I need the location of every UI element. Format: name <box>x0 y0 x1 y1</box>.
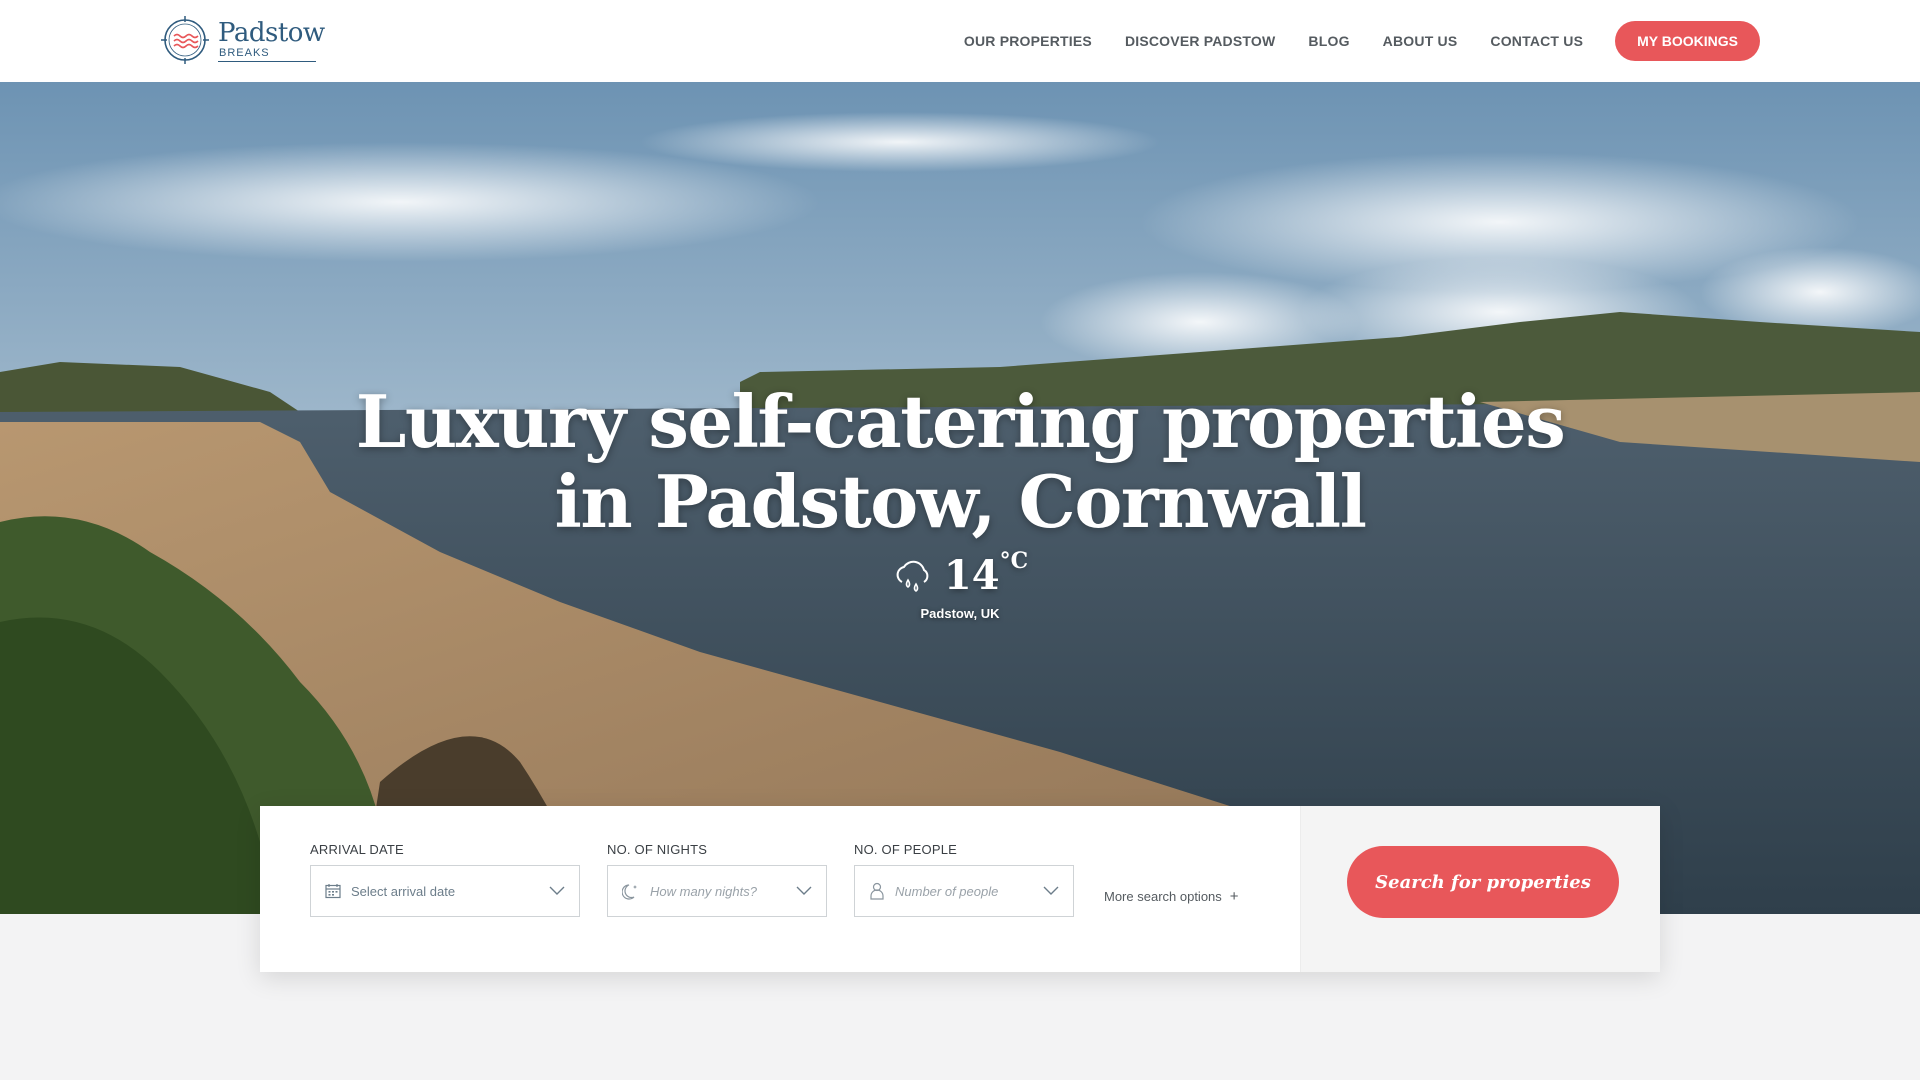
nights-select[interactable]: How many nights? <box>607 865 827 917</box>
search-submit-area: Search for properties <box>1300 806 1660 972</box>
chevron-down-icon <box>796 886 812 895</box>
arrival-date-placeholder: Select arrival date <box>351 883 456 899</box>
weather-widget: 14°C <box>0 548 1920 599</box>
nav-contact-us[interactable]: CONTACT US <box>1490 33 1583 49</box>
compass-logo-icon <box>161 16 209 64</box>
moon-icon <box>622 884 637 900</box>
nights-field: NO. OF NIGHTS How many nights? <box>607 842 827 917</box>
plus-icon: + <box>1229 888 1239 905</box>
rain-cloud-icon <box>896 560 929 592</box>
hero-title-line-2: in Padstow, Cornwall <box>554 459 1367 544</box>
nav-our-properties[interactable]: OUR PROPERTIES <box>964 33 1092 49</box>
people-placeholder: Number of people <box>895 883 999 899</box>
nav-about-us[interactable]: ABOUT US <box>1383 33 1458 49</box>
property-search-panel: ARRIVAL DATE Select arrival date NO. OF … <box>260 806 1660 972</box>
weather-location: Padstow, UK <box>920 606 1000 621</box>
calendar-icon <box>325 884 341 899</box>
arrival-date-select[interactable]: Select arrival date <box>310 865 580 917</box>
person-icon <box>870 882 884 900</box>
logo-subtitle: BREAKS <box>218 47 316 62</box>
hero-section: Luxury self-catering properties in Padst… <box>0 82 1920 914</box>
people-label: NO. OF PEOPLE <box>854 842 958 857</box>
hero-title-line-1: Luxury self-catering properties <box>355 379 1566 464</box>
more-search-options-link[interactable]: More search options + <box>1104 888 1239 905</box>
weather-temperature: 14°C <box>943 548 1029 599</box>
people-select[interactable]: Number of people <box>854 865 1074 917</box>
chevron-down-icon <box>549 886 565 895</box>
nav-blog[interactable]: BLOG <box>1308 33 1349 49</box>
nights-placeholder: How many nights? <box>650 883 757 899</box>
site-header: Padstow BREAKS OUR PROPERTIES DISCOVER P… <box>0 0 1920 82</box>
logo-name: Padstow <box>218 17 325 48</box>
more-search-options-label: More search options <box>1104 889 1222 904</box>
arrival-date-field: ARRIVAL DATE Select arrival date <box>310 842 580 917</box>
my-bookings-button[interactable]: MY BOOKINGS <box>1615 21 1760 61</box>
nav-discover-padstow[interactable]: DISCOVER PADSTOW <box>1125 33 1275 49</box>
hero-title: Luxury self-catering properties in Padst… <box>0 382 1920 542</box>
main-nav: OUR PROPERTIES DISCOVER PADSTOW BLOG ABO… <box>931 21 1760 61</box>
arrival-date-label: ARRIVAL DATE <box>310 842 404 857</box>
people-field: NO. OF PEOPLE Number of people <box>854 842 1074 917</box>
nights-label: NO. OF NIGHTS <box>607 842 708 857</box>
chevron-down-icon <box>1043 886 1059 895</box>
site-logo[interactable]: Padstow BREAKS <box>160 13 325 67</box>
search-properties-button[interactable]: Search for properties <box>1347 846 1619 918</box>
